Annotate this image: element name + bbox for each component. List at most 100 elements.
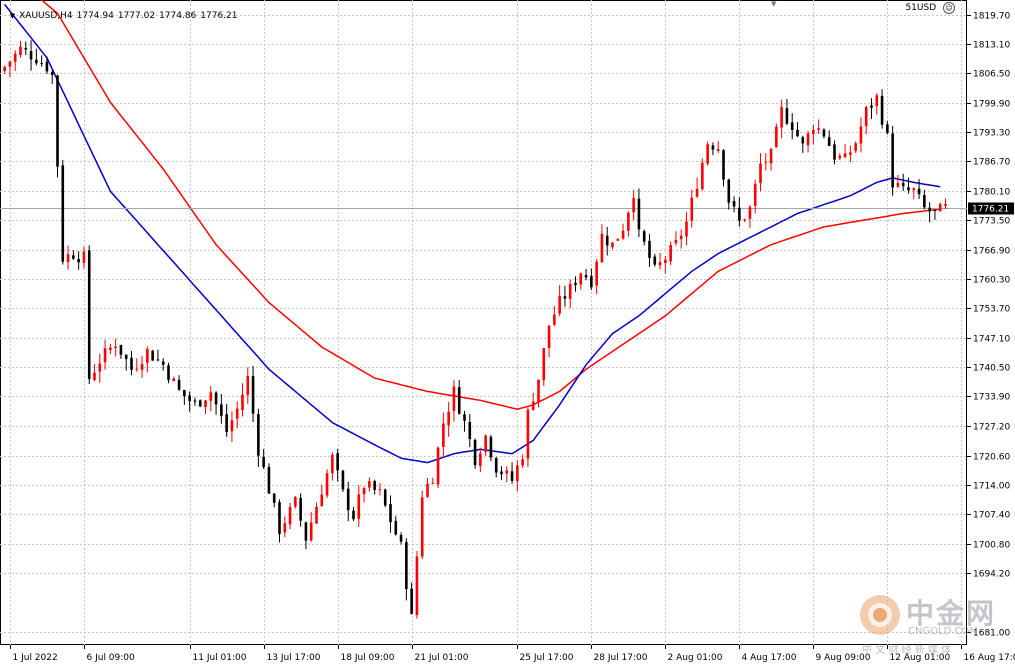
candle <box>14 50 17 71</box>
candle-body <box>183 390 186 396</box>
candle <box>860 117 863 152</box>
candle-body <box>944 204 947 206</box>
candle-body <box>93 373 96 380</box>
y-tick-label: 1740.50 <box>973 364 1010 374</box>
candle <box>611 242 614 249</box>
candle-body <box>246 376 249 395</box>
candle-body <box>447 412 450 426</box>
candle <box>104 340 107 370</box>
candle-body <box>40 63 43 64</box>
candle-body <box>225 414 228 432</box>
candle-body <box>405 542 408 589</box>
candle <box>717 141 720 153</box>
candle <box>865 106 868 135</box>
candle-body <box>178 380 181 390</box>
candle-body <box>511 471 514 481</box>
cngold-watermark: 中金网 CNGOLD.COM 中 文 财 经 新 媒 体 <box>858 590 1008 660</box>
candle-body <box>601 234 604 262</box>
candle-body <box>98 364 101 372</box>
ohlc-low: 1774.86 <box>159 11 196 21</box>
y-tick-label: 1786.70 <box>973 158 1010 168</box>
candle-body <box>558 296 561 314</box>
candle <box>352 507 355 521</box>
candle-body <box>664 260 667 263</box>
candle-body <box>252 376 255 414</box>
y-tick-label: 1694.20 <box>973 570 1010 580</box>
candle-body <box>907 187 910 190</box>
candle <box>474 439 477 469</box>
candle <box>93 364 96 381</box>
candle <box>310 512 313 542</box>
y-tick-label: 1766.90 <box>973 247 1010 257</box>
candle <box>56 75 59 178</box>
candle-body <box>659 262 662 265</box>
candle-body <box>860 127 863 144</box>
candle-body <box>564 296 567 298</box>
candle <box>172 377 175 382</box>
watermark-tagline: 中 文 财 经 新 媒 体 <box>862 641 951 656</box>
candle <box>817 119 820 134</box>
candle <box>146 346 149 372</box>
candle-body <box>521 459 524 465</box>
candle <box>680 229 683 248</box>
y-tick-label: 1700.80 <box>973 541 1010 551</box>
chart-shift-marker-icon[interactable]: ▼ <box>771 0 776 8</box>
candle-body <box>109 348 112 350</box>
candle <box>944 199 947 210</box>
candle-body <box>638 199 641 230</box>
candle <box>24 41 27 55</box>
candle-body <box>474 440 477 465</box>
candle-body <box>791 122 794 130</box>
candle <box>384 489 387 508</box>
candle <box>601 224 604 263</box>
candle <box>727 179 730 210</box>
candle <box>120 345 123 359</box>
candle <box>616 239 619 241</box>
candle <box>157 350 160 362</box>
candle <box>479 448 482 473</box>
candle-body <box>236 409 239 419</box>
candle-body <box>215 393 218 405</box>
candle-body <box>685 222 688 237</box>
candle <box>939 203 942 212</box>
candle <box>722 149 725 186</box>
candle-body <box>749 207 752 219</box>
candle <box>405 538 408 600</box>
candle <box>61 160 64 265</box>
candle-body <box>120 345 123 355</box>
candle <box>416 551 419 619</box>
candle-body <box>738 208 741 221</box>
candle-body <box>928 208 931 212</box>
candle <box>585 269 588 280</box>
candle <box>394 516 397 536</box>
candle <box>363 487 366 503</box>
candle <box>511 462 514 484</box>
y-tick-label: 1753.70 <box>973 305 1010 315</box>
candle-body <box>151 351 154 361</box>
candle-body <box>209 392 212 400</box>
candle <box>35 49 38 66</box>
candle-body <box>220 404 223 415</box>
candle <box>733 196 736 212</box>
smile-icon[interactable]: ☺ <box>943 2 955 14</box>
x-tick-label: 21 Jul 01:00 <box>415 653 469 663</box>
candle-body <box>616 239 619 241</box>
candle-body <box>56 75 59 166</box>
price-chart[interactable]: 1819.701813.101806.501799.901793.301786.… <box>0 0 1015 665</box>
candle-body <box>754 184 757 206</box>
candle <box>236 401 239 428</box>
candle-body <box>595 262 598 286</box>
candle-body <box>669 245 672 261</box>
candle-body <box>394 521 397 535</box>
candle-body <box>146 349 149 363</box>
candle <box>209 386 212 411</box>
candle <box>178 375 181 391</box>
collapse-arrow-icon[interactable]: ▼ <box>10 12 15 20</box>
candle <box>442 412 445 457</box>
candle-body <box>72 255 75 258</box>
candle-body <box>701 163 704 189</box>
chart-root[interactable]: 1819.701813.101806.501799.901793.301786.… <box>0 0 1015 665</box>
candle <box>849 146 852 163</box>
candle-body <box>532 402 535 410</box>
candle-body <box>442 424 445 447</box>
